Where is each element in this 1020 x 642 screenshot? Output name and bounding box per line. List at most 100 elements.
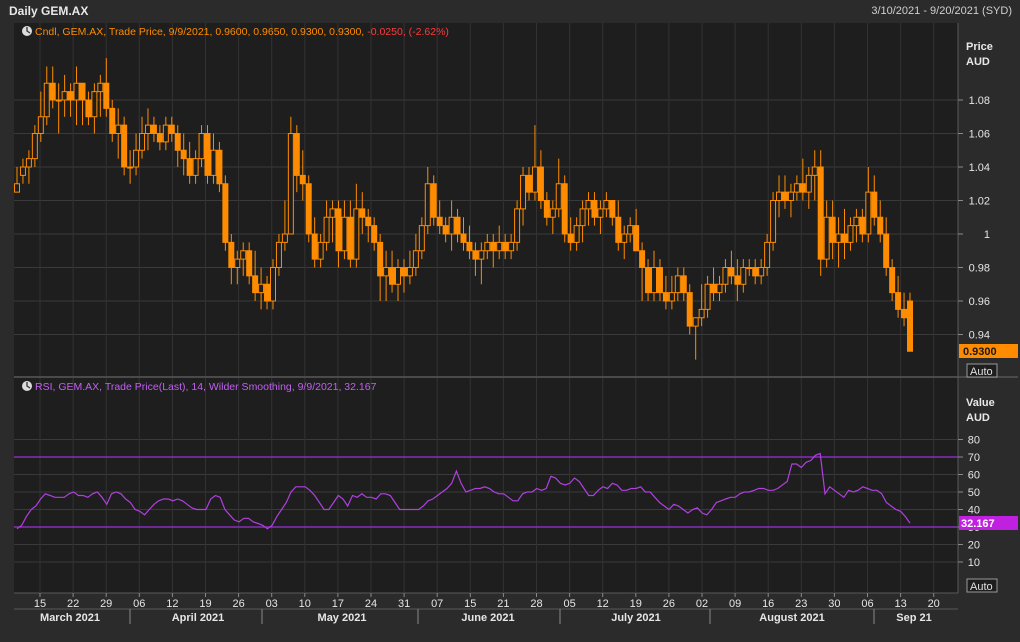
- price-tick-label: 0.96: [969, 296, 990, 308]
- candle-body: [55, 99, 62, 102]
- candle-body: [323, 216, 330, 243]
- x-day-label: 31: [398, 598, 410, 610]
- candle-body: [299, 174, 306, 185]
- candle-body: [79, 82, 86, 101]
- candle-body: [317, 241, 324, 260]
- price-legend-change: -0.0250, (-2.62%): [367, 26, 449, 38]
- candle-body: [424, 183, 431, 227]
- candle-body: [144, 124, 151, 134]
- x-day-label: 16: [762, 598, 774, 610]
- candle-body: [389, 267, 396, 285]
- x-day-label: 30: [828, 598, 840, 610]
- candle-body: [311, 233, 318, 260]
- candle-body: [234, 258, 241, 268]
- candle-body: [269, 267, 276, 302]
- candle-body: [716, 283, 723, 294]
- candle-body: [573, 225, 580, 243]
- x-day-label: 26: [663, 598, 675, 610]
- candle-body: [746, 267, 753, 269]
- candle-body: [14, 183, 20, 193]
- x-day-label: 12: [166, 598, 178, 610]
- candle-body: [61, 91, 68, 101]
- candle-body: [454, 216, 461, 235]
- candle-body: [335, 208, 342, 252]
- price-auto-button[interactable]: Auto: [966, 363, 998, 378]
- candle-body: [668, 292, 675, 302]
- price-tick-label: 1.04: [969, 162, 990, 174]
- candle-body: [508, 241, 515, 252]
- candle-body: [734, 275, 741, 285]
- x-day-label: 24: [365, 598, 377, 610]
- rsi-panel: [14, 378, 958, 593]
- candle-body: [567, 233, 574, 243]
- x-month-label: August 2021: [759, 612, 824, 624]
- x-day-label: 15: [34, 598, 46, 610]
- candle-body: [162, 124, 169, 143]
- rsi-tick-label: 80: [968, 435, 980, 447]
- x-day-label: 03: [266, 598, 278, 610]
- rsi-tick-label: 10: [968, 557, 980, 569]
- candle-body: [484, 241, 491, 252]
- candle-body: [585, 200, 592, 210]
- candle-body: [139, 133, 146, 151]
- candle-body: [722, 267, 729, 285]
- candle-body: [692, 317, 699, 327]
- x-day-label: 26: [232, 598, 244, 610]
- candle-body: [853, 216, 860, 227]
- candle-body: [150, 124, 157, 134]
- price-axis-title: Price: [966, 41, 993, 53]
- candle-body: [740, 267, 747, 285]
- candle-body: [889, 267, 896, 294]
- candle-body: [770, 200, 777, 243]
- candle-body: [240, 250, 247, 260]
- candle-body: [865, 191, 872, 235]
- candle-body: [597, 208, 604, 218]
- candle-body: [817, 166, 824, 260]
- candle-body: [466, 241, 473, 252]
- candle-body: [252, 275, 259, 294]
- chart-canvas[interactable]: Cndl, GEM.AX, Trade Price, 9/9/2021, 0.9…: [0, 0, 1020, 642]
- candle-body: [805, 174, 812, 193]
- candle-body: [811, 166, 818, 176]
- x-day-label: 29: [100, 598, 112, 610]
- candle-body: [85, 99, 92, 118]
- candle-body: [781, 191, 788, 201]
- candle-body: [258, 283, 265, 294]
- candle-body: [174, 133, 181, 151]
- candle-body: [674, 275, 681, 294]
- candle-body: [448, 216, 455, 235]
- candle-body: [895, 292, 902, 310]
- price-tick-label: 1.06: [969, 129, 990, 141]
- candle-body: [228, 241, 235, 268]
- candle-body: [275, 241, 282, 268]
- candle-body: [787, 191, 794, 201]
- candle-body: [525, 174, 532, 193]
- candle-body: [686, 292, 693, 327]
- candle-body: [347, 216, 354, 260]
- x-day-label: 19: [199, 598, 211, 610]
- candle-body: [561, 183, 568, 235]
- candle-body: [115, 124, 122, 134]
- candle-body: [109, 107, 116, 134]
- x-day-label: 12: [597, 598, 609, 610]
- candle-body: [490, 241, 497, 252]
- candle-body: [728, 267, 735, 277]
- rsi-auto-button[interactable]: Auto: [966, 578, 998, 593]
- candle-body: [656, 267, 663, 294]
- candle-body: [710, 283, 717, 294]
- x-day-label: 07: [431, 598, 443, 610]
- price-tick-label: 0.98: [969, 263, 990, 275]
- x-day-label: 05: [563, 598, 575, 610]
- price-legend[interactable]: Cndl, GEM.AX, Trade Price, 9/9/2021, 0.9…: [22, 26, 449, 38]
- candle-body: [776, 191, 783, 201]
- candle-body: [49, 82, 56, 101]
- candle-body: [537, 166, 544, 201]
- x-month-label: June 2021: [461, 612, 514, 624]
- price-legend-values: Cndl, GEM.AX, Trade Price, 9/9/2021, 0.9…: [35, 26, 364, 38]
- candle-body: [835, 233, 842, 243]
- candle-body: [633, 225, 640, 252]
- candle-body: [520, 174, 527, 210]
- candle-body: [186, 158, 193, 176]
- candle-body: [531, 166, 538, 193]
- rsi-legend[interactable]: RSI, GEM.AX, Trade Price(Last), 14, Wild…: [22, 381, 377, 393]
